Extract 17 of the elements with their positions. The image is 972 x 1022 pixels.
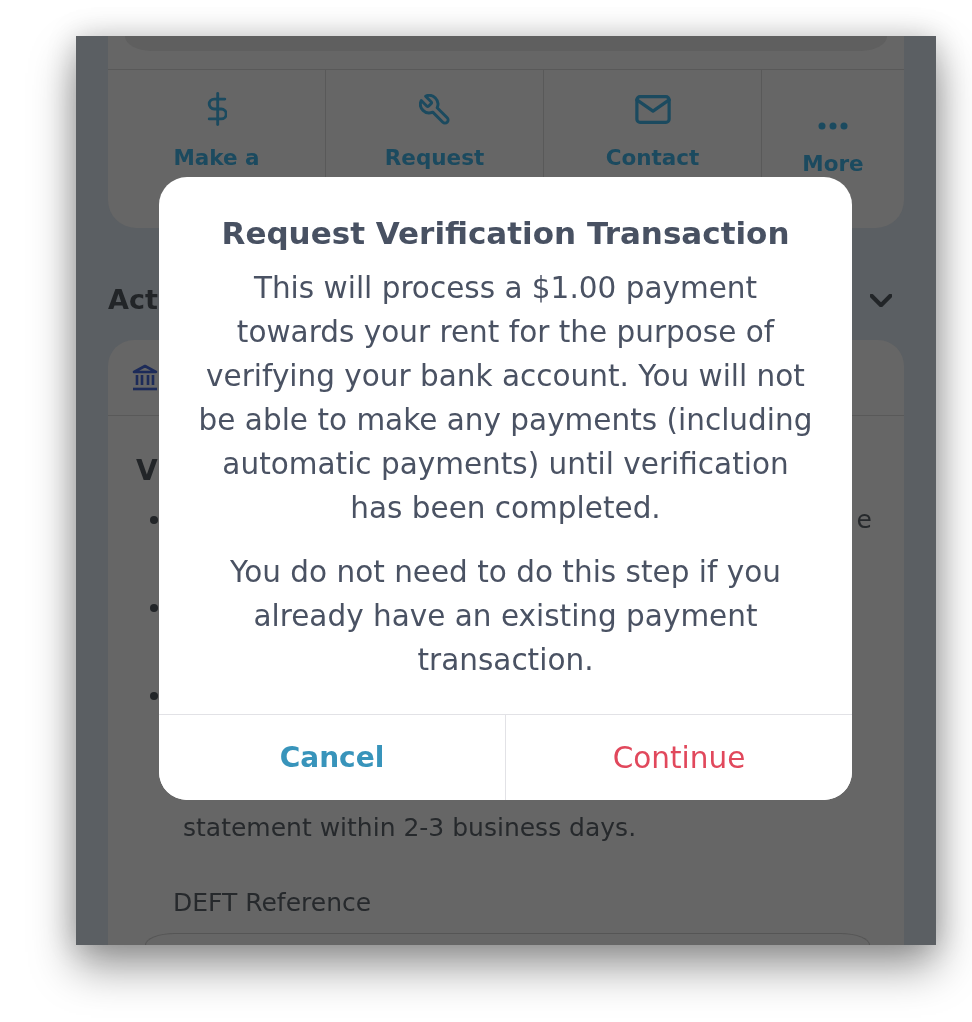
bank-icon xyxy=(132,363,158,392)
dialog-message: This will process a $1.00 payment towards your rent for the purpose of verifying your bank account. You will not be able to make any payments (including automatic payments) until verification has been completed. xyxy=(197,270,814,527)
field-label: DEFT Reference xyxy=(173,887,372,919)
dollar-icon xyxy=(206,92,227,126)
bullet-icon xyxy=(150,604,158,612)
wrench-icon xyxy=(418,94,451,126)
section-heading: Act xyxy=(108,283,158,317)
envelope-icon xyxy=(634,95,671,124)
bullet-icon xyxy=(150,692,158,700)
bullet-text: statement within 2-3 business days. xyxy=(183,812,637,844)
card-heading: V xyxy=(136,453,158,489)
cancel-button[interactable]: Cancel xyxy=(159,715,506,800)
more-dots-icon xyxy=(818,122,848,130)
dialog-message: You do not need to do this step if you already have an existing payment transaction. xyxy=(229,554,782,679)
bullet-text: e xyxy=(856,504,872,536)
chevron-down-icon[interactable] xyxy=(870,293,892,307)
bullet-icon xyxy=(150,516,158,524)
